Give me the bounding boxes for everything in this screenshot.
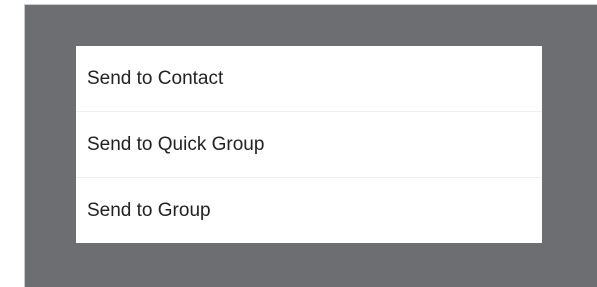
menu-item-send-to-contact[interactable]: Send to Contact (76, 46, 542, 112)
menu-item-send-to-quick-group[interactable]: Send to Quick Group (76, 112, 542, 178)
screen-background: Send to Contact Send to Quick Group Send… (0, 0, 597, 287)
menu-item-send-to-group[interactable]: Send to Group (76, 178, 542, 243)
send-options-menu: Send to Contact Send to Quick Group Send… (76, 46, 542, 243)
